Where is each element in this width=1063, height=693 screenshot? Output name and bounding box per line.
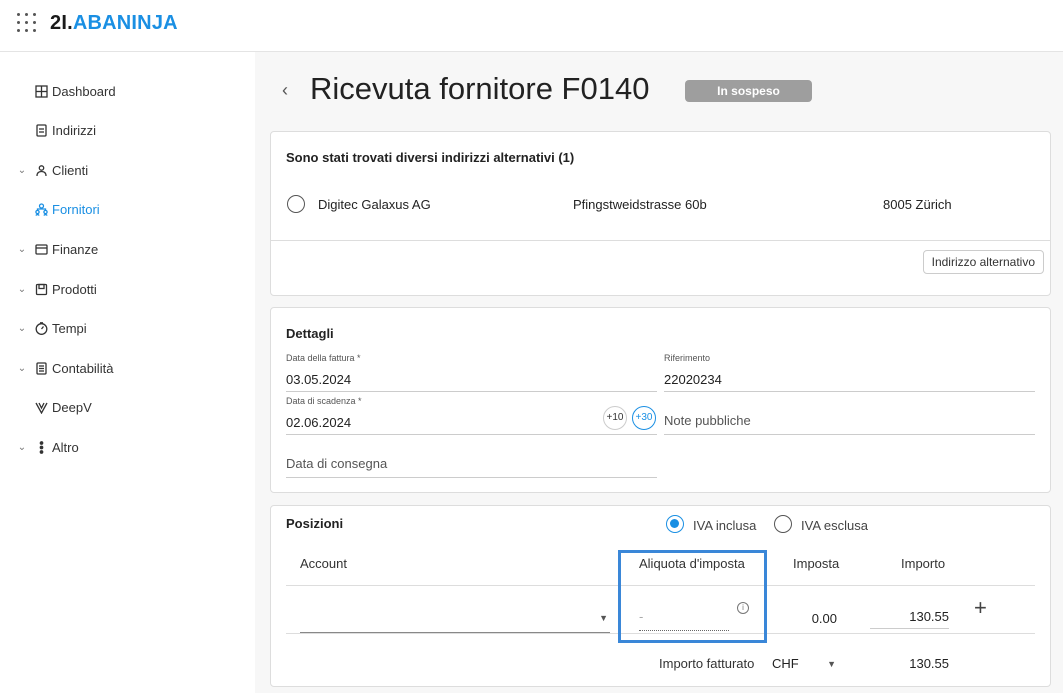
alt-addresses-title: Sono stati trovati diversi indirizzi alt… [286,150,575,165]
add-row-plus-icon[interactable]: + [974,595,987,621]
dashboard-icon [34,84,48,98]
col-tax: Imposta [793,556,840,571]
dropdown-arrow-icon: ▼ [599,613,608,623]
invoice-date-label: Data della fattura * [286,353,361,363]
alt-address-radio[interactable] [287,195,305,213]
account-select[interactable]: ▼ [300,607,610,633]
status-badge: In sospeso [685,80,812,102]
chevron-down-icon[interactable]: ⌄ [16,442,28,453]
chevron-down-icon[interactable]: ⌄ [16,363,28,374]
positions-title: Posizioni [286,516,344,531]
chevron-down-icon[interactable]: ⌄ [16,165,28,176]
details-card: Dettagli Data della fattura * 03.05.2024… [270,307,1051,493]
chevron-down-icon[interactable]: ⌄ [16,284,28,295]
sidebar-item-deepv[interactable]: ⌄ DeepV [16,395,92,419]
sidebar-item-label: Prodotti [52,281,97,297]
divider [271,240,1050,241]
sidebar-item-dashboard[interactable]: ⌄ Dashboard [16,79,116,103]
billed-amount-label: Importo fatturato [659,656,755,671]
reference-value: 22020234 [664,372,722,387]
vat-included-radio[interactable] [666,515,684,533]
sidebar-item-label: Altro [52,439,79,455]
invoice-date-value: 03.05.2024 [286,372,352,387]
chevron-down-icon[interactable]: ⌄ [16,323,28,334]
vat-included-label: IVA inclusa [693,518,757,533]
delivery-date-field[interactable]: Data di consegna [286,439,657,478]
top-bar: 2I.ABANINJA [0,0,1063,52]
more-vertical-icon [34,440,48,454]
sidebar-item-contabilita[interactable]: ⌄ Contabilità [16,356,114,380]
app-grid-icon[interactable] [17,13,37,33]
back-chevron-icon[interactable]: ‹ [282,80,288,101]
alt-address-city: 8005 Zürich [883,197,952,212]
public-notes-field[interactable]: Note pubbliche [664,396,1035,435]
wallet-icon [34,242,48,256]
alternative-address-button[interactable]: Indirizzo alternativo [922,250,1044,274]
col-account: Account [300,556,347,571]
plus-30-days-button[interactable]: +30 [632,406,656,430]
dropdown-arrow-icon: ▼ [827,659,836,669]
public-notes-placeholder: Note pubbliche [664,413,751,428]
suppliers-icon [34,202,48,216]
sidebar-item-label: Fornitori [52,201,100,217]
contacts-icon [34,123,48,137]
sidebar-item-fornitori[interactable]: ⌄ Fornitori [16,197,100,221]
reference-field[interactable]: Riferimento 22020234 [664,353,1035,392]
ledger-icon [34,361,48,375]
clock-icon [34,321,48,335]
highlight-box [618,550,767,643]
alt-addresses-card: Sono stati trovati diversi indirizzi alt… [270,131,1051,296]
sidebar-item-altro[interactable]: ⌄ Altro [16,435,79,459]
sidebar-item-label: Indirizzi [52,122,97,138]
box-icon [34,282,48,296]
due-date-value: 02.06.2024 [286,415,352,430]
main-content: ‹ Ricevuta fornitore F0140 In sospeso So… [255,52,1063,693]
currency-select[interactable]: CHF ▼ [772,656,838,674]
vat-excluded-radio[interactable] [774,515,792,533]
tax-value: 0.00 [811,611,837,626]
vat-excluded-label: IVA esclusa [801,518,868,533]
details-title: Dettagli [286,326,334,341]
sidebar-item-label: Clienti [52,162,89,178]
sidebar-item-label: Contabilità [52,360,114,376]
page-title: Ricevuta fornitore F0140 [310,71,650,106]
positions-card: Posizioni IVA inclusa IVA esclusa Accoun… [270,505,1051,687]
sidebar: ⌄ Dashboard ⌄ Indirizzi ⌄ Clienti ⌄ Forn… [0,52,255,693]
sidebar-item-clienti[interactable]: ⌄ Clienti [16,158,88,182]
invoice-date-field[interactable]: Data della fattura * 03.05.2024 [286,353,657,392]
delivery-date-placeholder: Data di consegna [286,456,388,471]
sidebar-item-label: Tempi [52,320,87,336]
due-date-field[interactable]: Data di scadenza * 02.06.2024 [286,396,657,435]
sidebar-item-tempi[interactable]: ⌄ Tempi [16,316,87,340]
sidebar-item-prodotti[interactable]: ⌄ Prodotti [16,277,97,301]
deepv-icon [34,400,48,414]
due-date-label: Data di scadenza * [286,396,362,406]
app-logo[interactable]: 2I.ABANINJA [50,12,178,35]
col-amount: Importo [901,556,946,571]
plus-10-days-button[interactable]: +10 [603,406,627,430]
sidebar-item-label: Dashboard [52,83,116,99]
alt-address-name: Digitec Galaxus AG [318,197,431,212]
sidebar-item-finanze[interactable]: ⌄ Finanze [16,237,98,261]
sidebar-item-indirizzi[interactable]: ⌄ Indirizzi [16,118,96,142]
sidebar-item-label: Finanze [52,241,99,257]
chevron-down-icon[interactable]: ⌄ [16,244,28,255]
amount-input[interactable]: 130.55 [870,602,949,629]
alt-address-street: Pfingstweidstrasse 60b [573,197,707,212]
sidebar-item-label: DeepV [52,399,92,415]
billed-amount-value: 130.55 [909,656,949,671]
people-icon [34,163,48,177]
reference-label: Riferimento [664,353,711,363]
